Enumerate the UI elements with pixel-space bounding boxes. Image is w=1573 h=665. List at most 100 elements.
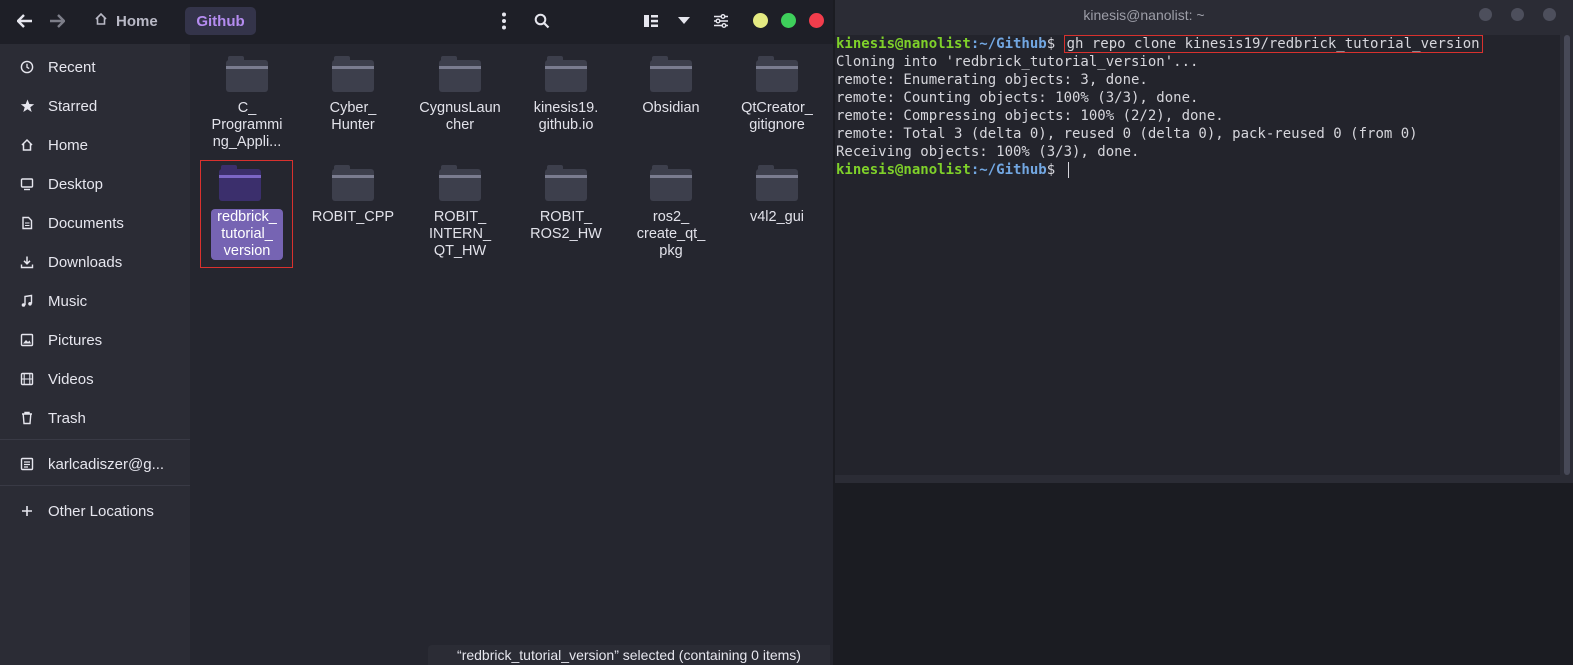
desktop-background [835,483,1573,665]
view-toggle-button[interactable] [638,8,664,34]
back-button[interactable] [13,10,37,32]
prompt-user: kinesis@nanolist [836,162,971,178]
folder-icon [219,165,261,201]
terminal-scrollbar-thumb[interactable] [1564,35,1570,475]
breadcrumb-github[interactable]: Github [185,7,256,35]
sidebar-item-label: Other Locations [48,502,154,520]
sidebar-item-downloads[interactable]: Downloads [0,245,190,279]
sidebar-item-label: karlcadiszer@g... [48,455,165,473]
folder-label: kinesis19. github.io [533,100,599,133]
sidebar-item-home[interactable]: Home [0,128,190,162]
sidebar-item-label: Downloads [48,253,123,271]
terminal-window: kinesis@nanolist: ~ kinesis@nanolist:~/G… [835,0,1573,483]
desktop-icon [20,177,48,191]
sidebar-separator [0,485,190,486]
close-button[interactable] [809,13,824,28]
sidebar-item-music[interactable]: Music [0,284,190,318]
back-arrow-icon [17,14,32,28]
prompt-user: kinesis@nanolist [836,36,971,52]
folder-label: CygnusLaun cher [419,100,501,133]
preferences-button[interactable] [708,8,734,34]
search-button[interactable] [529,8,555,34]
folder-icon [226,56,268,92]
sidebar-item-label: Music [48,292,88,310]
sidebar-item-label: Starred [48,97,98,115]
terminal-command-line: kinesis@nanolist:~/Github$ gh repo clone… [836,35,1483,53]
folder-grid: C_ Programmi ng_Appli... Cyber_ Hunter C… [190,44,833,665]
terminal-maximize-button[interactable] [1511,8,1524,21]
header-bar: Home Github [0,0,833,44]
kebab-menu-icon [502,12,506,30]
terminal-title: kinesis@nanolist: ~ [1083,7,1205,23]
account-icon [20,457,48,471]
folder-label: C_ Programmi ng_Appli... [211,100,283,150]
view-options-dropdown[interactable] [671,8,697,34]
text-cursor [1067,162,1069,178]
downloads-icon [20,255,48,269]
star-icon [20,99,48,113]
sidebar-item-other-locations[interactable]: Other Locations [0,494,190,528]
folder-icon [439,56,481,92]
folder-icon [545,165,587,201]
folder-label: QtCreator_ gitignore [741,100,813,133]
clock-icon [20,60,48,74]
status-bar: “redbrick_tutorial_version” selected (co… [428,645,830,665]
videos-icon [20,372,48,386]
terminal-scrollbar[interactable] [1564,35,1570,475]
folder-icon [650,165,692,201]
breadcrumb-github-label: Github [196,12,245,30]
sidebar-item-label: Desktop [48,175,104,193]
music-icon [20,294,48,308]
documents-icon [20,216,48,230]
sidebar-item-label: Home [48,136,89,154]
folder-icon [756,56,798,92]
sidebar: Recent Starred Home Desktop Documents Do… [0,44,190,665]
folder-label: redbrick_ tutorial_ version [211,209,283,260]
sidebar-item-label: Documents [48,214,124,232]
menu-button[interactable] [491,8,517,34]
home-icon [94,12,108,30]
sidebar-item-pictures[interactable]: Pictures [0,323,190,357]
terminal-close-button[interactable] [1543,8,1556,21]
sidebar-item-account[interactable]: karlcadiszer@g... [0,447,190,481]
folder-icon [650,56,692,92]
output-line: remote: Compressing objects: 100% (2/2),… [836,108,1224,124]
folder-icon [756,165,798,201]
terminal-titlebar: kinesis@nanolist: ~ [835,0,1573,32]
folder-icon [332,56,374,92]
terminal-minimize-button[interactable] [1479,8,1492,21]
sidebar-item-documents[interactable]: Documents [0,206,190,240]
folder-label: v4l2_gui [749,209,804,225]
sidebar-item-trash[interactable]: Trash [0,401,190,435]
trash-icon [20,411,48,425]
sidebar-item-starred[interactable]: Starred [0,89,190,123]
output-line: remote: Enumerating objects: 3, done. [836,72,1148,88]
forward-button[interactable] [45,10,69,32]
maximize-button[interactable] [781,13,796,28]
settings-sliders-icon [714,14,728,28]
folder-icon [332,165,374,201]
terminal-output[interactable]: kinesis@nanolist:~/Github$ gh repo clone… [835,35,1560,475]
folder-label: Cyber_ Hunter [329,100,377,133]
folder-label: ROBIT_CPP [311,209,395,225]
sidebar-item-desktop[interactable]: Desktop [0,167,190,201]
prompt-symbol: $ [1046,162,1064,178]
breadcrumb-home[interactable]: Home [88,7,168,35]
plus-icon [20,504,48,518]
terminal-prompt-line: kinesis@nanolist:~/Github$ [836,161,1069,179]
output-line: Receiving objects: 100% (3/3), done. [836,144,1140,160]
sidebar-item-recent[interactable]: Recent [0,50,190,84]
breadcrumb-home-label: Home [116,12,158,30]
command-text: gh repo clone kinesis19/redbrick_tutoria… [1063,35,1483,53]
prompt-path: :~/Github [970,36,1047,52]
output-line: remote: Counting objects: 100% (3/3), do… [836,90,1199,106]
sidebar-item-label: Recent [48,58,96,76]
folder-label: Obsidian [642,100,700,116]
folder-label: ROBIT_ ROS2_HW [530,209,602,242]
sidebar-item-videos[interactable]: Videos [0,362,190,396]
sidebar-item-label: Trash [48,409,86,427]
minimize-button[interactable] [753,13,768,28]
folder-label: ros2_ create_qt_ pkg [636,209,706,259]
prompt-path: :~/Github [970,162,1047,178]
home-icon [20,138,48,152]
